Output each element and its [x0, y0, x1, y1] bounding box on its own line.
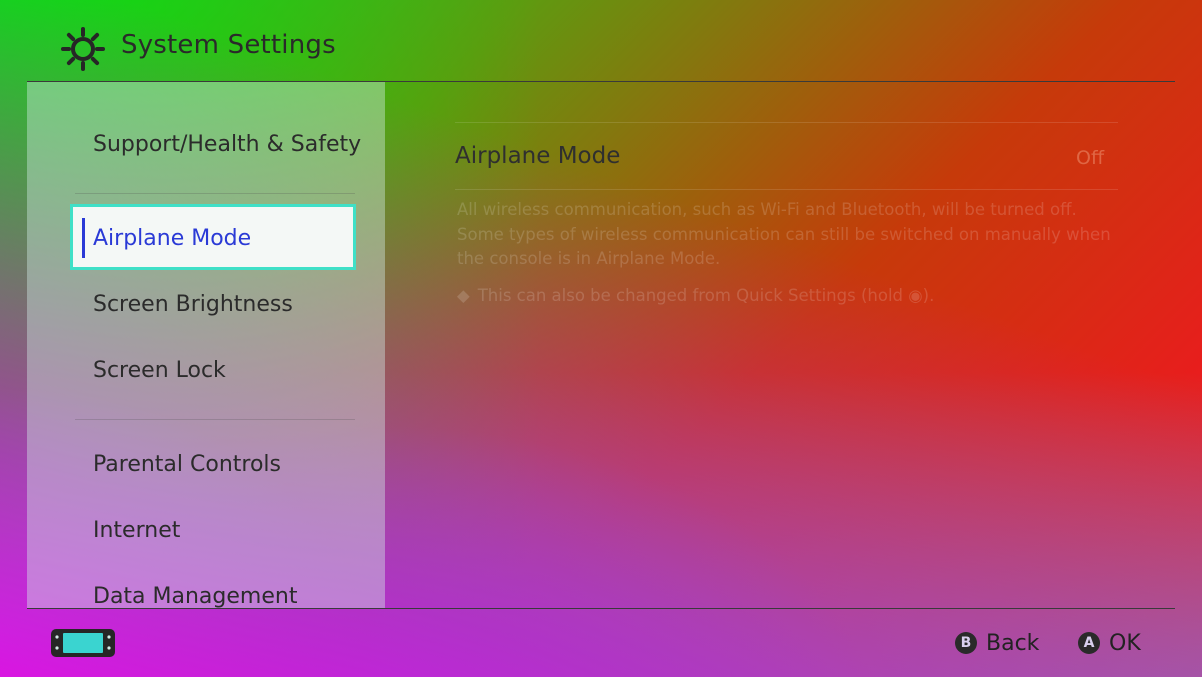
- a-button-icon: A: [1078, 632, 1100, 654]
- sidebar-item-screen-lock[interactable]: Screen Lock: [93, 358, 226, 383]
- back-button[interactable]: B Back: [955, 628, 1039, 658]
- description-line: All wireless communication, such as Wi-F…: [457, 200, 1077, 219]
- ok-button[interactable]: A OK: [1078, 628, 1141, 658]
- sidebar-item-internet[interactable]: Internet: [93, 518, 180, 543]
- sidebar-item-screen-brightness[interactable]: Screen Brightness: [93, 292, 293, 317]
- gear-icon: [61, 27, 105, 71]
- description-line: the console is in Airplane Mode.: [457, 249, 721, 268]
- quick-settings-note: ◆ This can also be changed from Quick Set…: [457, 286, 934, 305]
- sidebar-item-label: Airplane Mode: [93, 226, 252, 251]
- bullet-icon: ◆: [457, 286, 470, 305]
- header: System Settings: [0, 0, 1202, 82]
- setting-description: All wireless communication, such as Wi-F…: [457, 198, 1117, 272]
- sidebar: Support/Health & Safety Airplane Mode Sc…: [27, 82, 385, 608]
- sidebar-item-parental-controls[interactable]: Parental Controls: [93, 452, 281, 477]
- sidebar-divider: [75, 419, 355, 420]
- page-title: System Settings: [121, 30, 336, 60]
- setting-divider: [455, 122, 1118, 123]
- handheld-console-icon: [51, 629, 115, 657]
- note-text: This can also be changed from Quick Sett…: [477, 286, 935, 305]
- back-label: Back: [986, 630, 1040, 656]
- footer-divider: [27, 608, 1175, 609]
- description-line: Some types of wireless communication can…: [457, 224, 1111, 244]
- setting-name[interactable]: Airplane Mode: [455, 143, 620, 169]
- b-button-icon: B: [955, 632, 977, 654]
- sidebar-divider: [75, 193, 355, 194]
- sidebar-item-airplane-mode[interactable]: Airplane Mode: [70, 204, 356, 270]
- sidebar-item-support[interactable]: Support/Health & Safety: [93, 132, 361, 157]
- setting-divider: [455, 189, 1118, 190]
- setting-value: Off: [1076, 147, 1105, 169]
- selection-indicator: [82, 218, 85, 258]
- ok-label: OK: [1109, 630, 1141, 656]
- sidebar-item-data-management[interactable]: Data Management: [93, 584, 297, 608]
